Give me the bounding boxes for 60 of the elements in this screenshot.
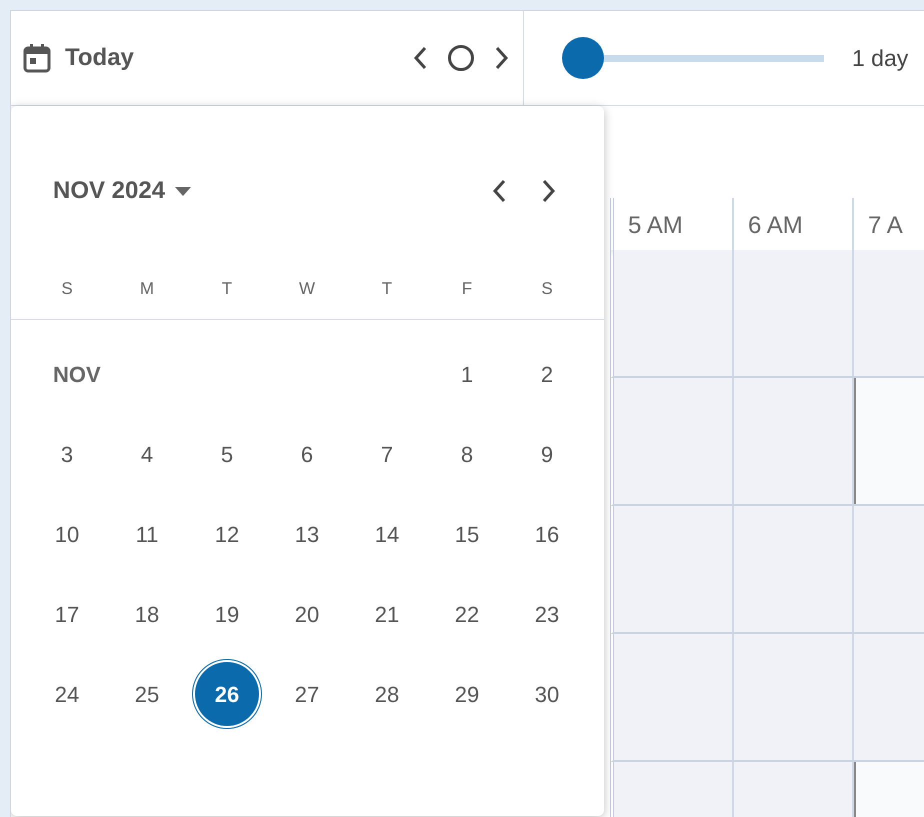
- chevron-right-icon: [542, 178, 556, 203]
- timeline-cell[interactable]: [614, 506, 734, 632]
- day-button[interactable]: 7: [353, 420, 421, 488]
- weekday-label: M: [140, 279, 154, 298]
- day-button[interactable]: 15: [433, 500, 501, 568]
- timeline-cell[interactable]: [734, 250, 854, 376]
- circle-icon: [447, 44, 475, 72]
- day-button[interactable]: 21: [353, 580, 421, 648]
- timeline-cell[interactable]: [614, 378, 734, 504]
- day-button[interactable]: 2: [513, 340, 581, 408]
- hour-label: 6 AM: [748, 212, 803, 239]
- timeline-cell[interactable]: [734, 506, 854, 632]
- chevron-left-icon: [492, 178, 506, 203]
- hour-label: 7 A: [868, 212, 903, 239]
- day-button[interactable]: 1: [433, 340, 501, 408]
- day-button[interactable]: 14: [353, 500, 421, 568]
- today-label[interactable]: Today: [65, 40, 134, 76]
- day-button[interactable]: 16: [513, 500, 581, 568]
- day-button[interactable]: 28: [353, 660, 421, 728]
- day-button[interactable]: 27: [273, 660, 341, 728]
- day-button[interactable]: 3: [33, 420, 101, 488]
- timeline-cell[interactable]: [734, 634, 854, 760]
- timeline-cell[interactable]: [614, 250, 734, 376]
- day-button[interactable]: 8: [433, 420, 501, 488]
- day-button[interactable]: 11: [113, 500, 181, 568]
- day-button[interactable]: 24: [33, 660, 101, 728]
- hour-label: 5 AM: [628, 212, 683, 239]
- day-button[interactable]: 17: [33, 580, 101, 648]
- day-button[interactable]: 13: [273, 500, 341, 568]
- day-button[interactable]: 25: [113, 660, 181, 728]
- day-button[interactable]: 23: [513, 580, 581, 648]
- day-button[interactable]: 30: [513, 660, 581, 728]
- weekday-label: W: [298, 279, 316, 298]
- calendar-icon: [23, 43, 51, 73]
- weekday-label: S: [541, 279, 553, 298]
- caret-icon: [175, 186, 192, 196]
- timeline-cell[interactable]: [734, 378, 854, 504]
- day-button[interactable]: 4: [113, 420, 181, 488]
- day-button[interactable]: 5: [193, 420, 261, 488]
- slider-thumb[interactable]: [562, 37, 604, 79]
- day-button[interactable]: 20: [273, 580, 341, 648]
- weekday-label: T: [222, 279, 232, 298]
- day-button[interactable]: 18: [113, 580, 181, 648]
- month-label: NOV: [53, 360, 101, 388]
- day-button[interactable]: 22: [433, 580, 501, 648]
- day-button[interactable]: 9: [513, 420, 581, 488]
- day-button[interactable]: 12: [193, 500, 261, 568]
- weekday-label: T: [382, 279, 392, 298]
- timeline-cell[interactable]: [614, 634, 734, 760]
- day-button[interactable]: 19: [193, 580, 261, 648]
- day-button[interactable]: 10: [33, 500, 101, 568]
- month-year-dropdown[interactable]: NOV 2024: [53, 173, 192, 209]
- chevron-left-icon: [413, 46, 427, 70]
- range-reading: 1 day: [852, 44, 908, 73]
- chevron-right-icon: [495, 46, 509, 70]
- day-button[interactable]: 29: [433, 660, 501, 728]
- weekday-label: F: [462, 279, 472, 298]
- weekday-label: S: [61, 279, 73, 298]
- day-button[interactable]: 26: [193, 660, 261, 728]
- day-button[interactable]: 6: [273, 420, 341, 488]
